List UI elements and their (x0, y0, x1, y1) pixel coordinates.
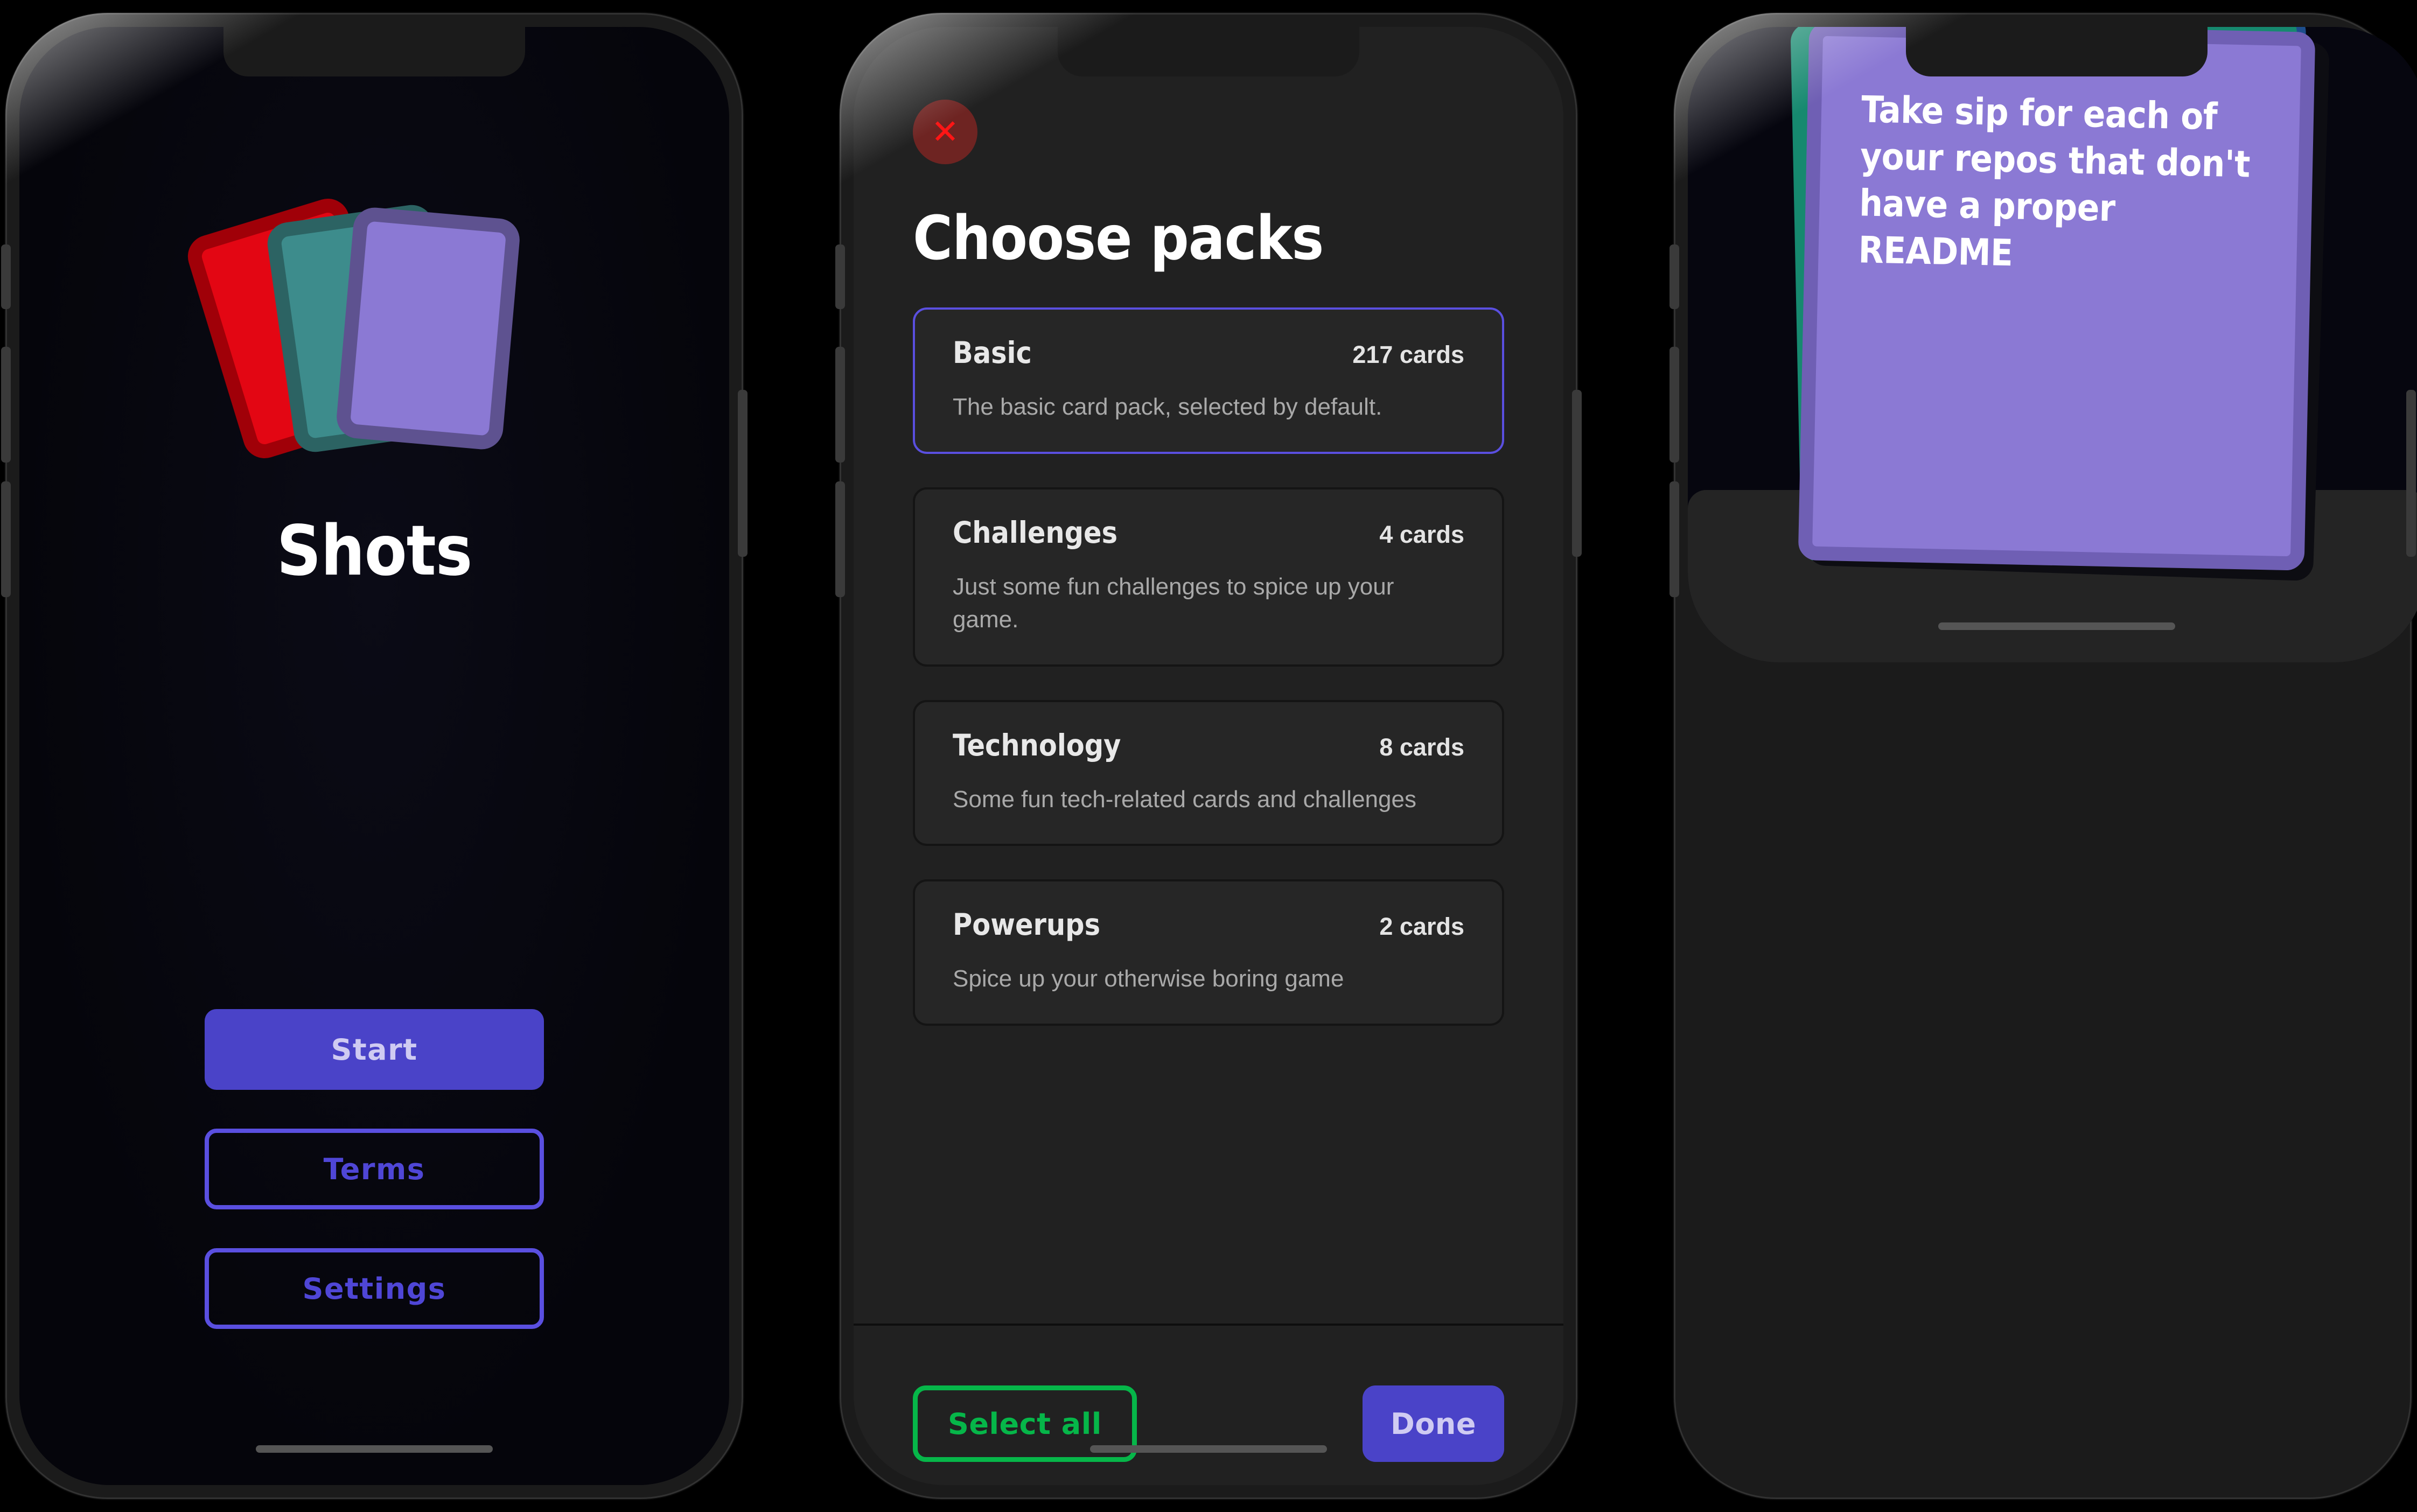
game-screen: Take sip for each of your repos that don… (1688, 27, 2417, 662)
phone-game: Take sip for each of your repos that don… (1669, 13, 2417, 1499)
close-icon: ✕ (931, 112, 959, 151)
power-button[interactable] (1572, 390, 1582, 557)
pack-name: Technology (953, 727, 1121, 762)
mute-switch-button[interactable] (1669, 244, 1679, 309)
home-indicator[interactable] (1090, 1445, 1327, 1453)
notch (1906, 27, 2208, 76)
mute-switch-button[interactable] (1, 244, 11, 309)
terms-button[interactable]: Terms (205, 1129, 544, 1209)
power-button[interactable] (738, 390, 748, 557)
game-card-text: Take sip for each of your repos that don… (1857, 88, 2251, 275)
notch (223, 27, 525, 76)
volume-up-button[interactable] (1669, 347, 1679, 463)
volume-down-button[interactable] (1669, 481, 1679, 597)
phone-choose-packs: ✕ Choose packs Basic 217 cards The basic… (835, 13, 1582, 1499)
phone-home: Shots Start Terms Settings (1, 13, 748, 1499)
packs-list: Basic 217 cards The basic card pack, sel… (854, 269, 1563, 1324)
mute-switch-button[interactable] (835, 244, 845, 309)
pack-card-count: 2 cards (1379, 913, 1464, 941)
pack-name: Basic (953, 335, 1032, 370)
pack-name: Challenges (953, 515, 1118, 550)
pack-card-technology[interactable]: Technology 8 cards Some fun tech-related… (913, 699, 1504, 846)
power-button[interactable] (2406, 390, 2416, 557)
pack-header-row: Technology 8 cards (953, 728, 1464, 762)
pack-description: Some fun tech-related cards and challeng… (953, 786, 1416, 813)
settings-button[interactable]: Settings (205, 1248, 544, 1329)
pack-card-count: 4 cards (1379, 520, 1464, 548)
home-menu: Start Terms Settings (205, 1009, 544, 1329)
pack-card-basic[interactable]: Basic 217 cards The basic card pack, sel… (913, 307, 1504, 454)
home-indicator[interactable] (1938, 622, 2175, 630)
logo-purple-card-icon (334, 206, 522, 451)
home-indicator[interactable] (256, 1445, 493, 1453)
volume-up-button[interactable] (1, 347, 11, 463)
pack-header-row: Powerups 2 cards (953, 907, 1464, 942)
notch (1058, 27, 1359, 76)
game-card-stack[interactable]: Take sip for each of your repos that don… (1790, 27, 2330, 582)
pack-description: Just some fun challenges to spice up you… (953, 573, 1394, 633)
pack-card-count: 217 cards (1352, 341, 1464, 368)
pack-name: Powerups (953, 907, 1101, 942)
choose-packs-footer: Select all Done (854, 1324, 1563, 1485)
game-card-front[interactable]: Take sip for each of your repos that don… (1798, 27, 2316, 571)
close-button[interactable]: ✕ (913, 100, 977, 164)
page-title: Choose packs (913, 204, 1324, 274)
pack-header-row: Basic 217 cards (953, 335, 1464, 370)
screenshot-stage: Shots Start Terms Settings ✕ Choose pack… (0, 0, 2417, 1512)
home-screen: Shots Start Terms Settings (19, 27, 729, 1485)
pack-description: Spice up your otherwise boring game (953, 965, 1344, 992)
pack-card-challenges[interactable]: Challenges 4 cards Just some fun challen… (913, 487, 1504, 667)
pack-card-count: 8 cards (1379, 733, 1464, 761)
volume-down-button[interactable] (1, 481, 11, 597)
choose-packs-screen: ✕ Choose packs Basic 217 cards The basic… (854, 27, 1563, 1485)
pack-card-powerups[interactable]: Powerups 2 cards Spice up your otherwise… (913, 879, 1504, 1026)
done-button[interactable]: Done (1363, 1385, 1504, 1462)
start-button[interactable]: Start (205, 1009, 544, 1090)
app-title: Shots (276, 511, 473, 591)
volume-up-button[interactable] (835, 347, 845, 463)
volume-down-button[interactable] (835, 481, 845, 597)
pack-header-row: Challenges 4 cards (953, 515, 1464, 550)
app-logo (182, 183, 557, 485)
pack-description: The basic card pack, selected by default… (953, 394, 1382, 420)
